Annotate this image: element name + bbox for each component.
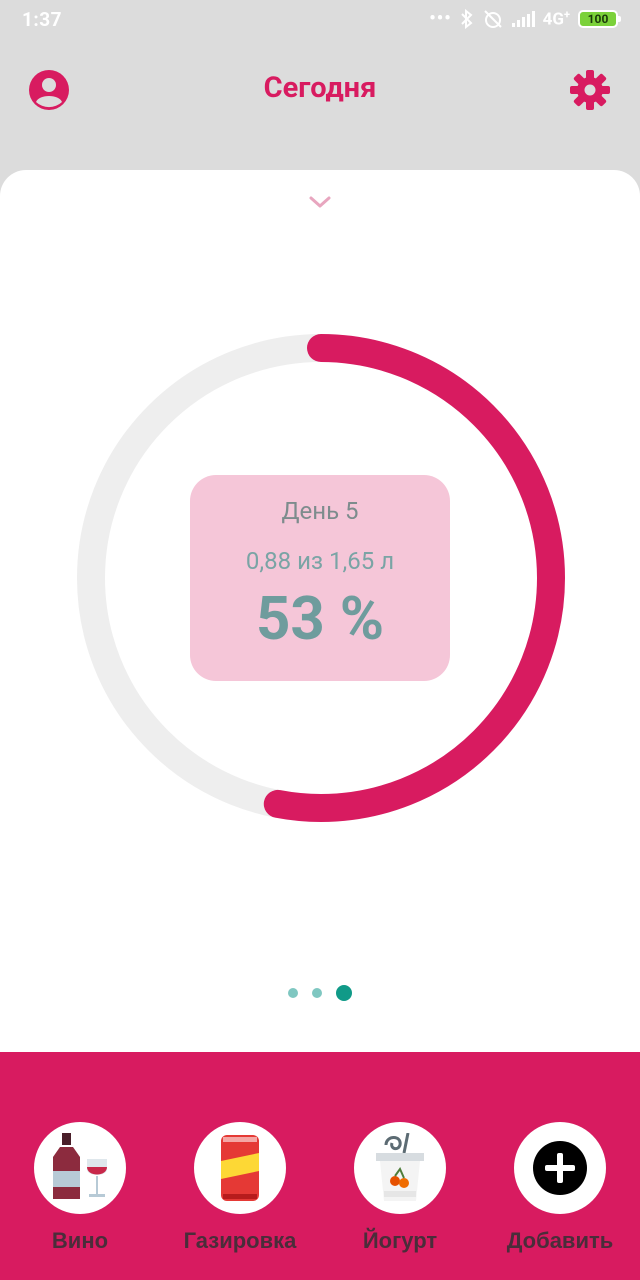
drink-icon-circle — [354, 1122, 446, 1214]
drink-button-yogurt[interactable]: Йогурт — [325, 1122, 475, 1254]
network-type: 4G+ — [542, 8, 570, 30]
settings-button[interactable] — [569, 69, 611, 111]
quick-add-bar: Вино Газировка Йогурт Добавить — [0, 1052, 640, 1280]
signal-icon — [511, 10, 535, 27]
status-time: 1:37 — [22, 8, 63, 31]
page-dot[interactable] — [288, 988, 298, 998]
plus-icon — [533, 1141, 587, 1195]
yogurt-icon — [376, 1133, 424, 1201]
drink-icon-circle — [194, 1122, 286, 1214]
drink-button-wine[interactable]: Вино — [5, 1122, 155, 1254]
drink-icon-circle — [514, 1122, 606, 1214]
drink-label: Добавить — [506, 1228, 614, 1253]
drink-label: Газировка — [183, 1228, 297, 1253]
drink-button-soda[interactable]: Газировка — [165, 1122, 315, 1254]
percent-label: 53 % — [255, 583, 385, 654]
drink-icon-circle — [34, 1122, 126, 1214]
progress-card: День 5 0,88 из 1,65 л 53 % — [0, 170, 640, 1070]
day-label: День 5 — [281, 497, 359, 525]
status-icons: ••• 4G+ 100 — [429, 8, 621, 30]
gear-icon — [570, 70, 610, 110]
progress-info-box: День 5 0,88 из 1,65 л 53 % — [190, 475, 450, 681]
amount-label: 0,88 из 1,65 л — [245, 547, 395, 575]
drink-label: Йогурт — [362, 1228, 438, 1253]
app-header: Сегодня — [0, 40, 640, 140]
alarm-off-icon — [483, 10, 502, 28]
wine-icon — [53, 1133, 107, 1199]
screen: 1:37 ••• 4G+ 100 Сегодня День 5 0,88 из … — [0, 0, 640, 1280]
bluetooth-icon — [460, 8, 473, 29]
drink-label: Вино — [51, 1228, 109, 1253]
collapse-button[interactable] — [305, 190, 335, 214]
battery-icon: 100 — [578, 9, 621, 28]
page-dot[interactable] — [312, 988, 322, 998]
more-notifications-icon: ••• — [429, 8, 452, 30]
page-dot-active[interactable] — [336, 985, 352, 1001]
soda-can-icon — [221, 1135, 259, 1201]
page-indicator — [0, 985, 640, 1001]
add-drink-button[interactable]: Добавить — [485, 1122, 635, 1254]
page-title: Сегодня — [263, 71, 377, 105]
chevron-down-icon — [309, 196, 331, 208]
status-bar: 1:37 ••• 4G+ 100 — [0, 0, 640, 40]
